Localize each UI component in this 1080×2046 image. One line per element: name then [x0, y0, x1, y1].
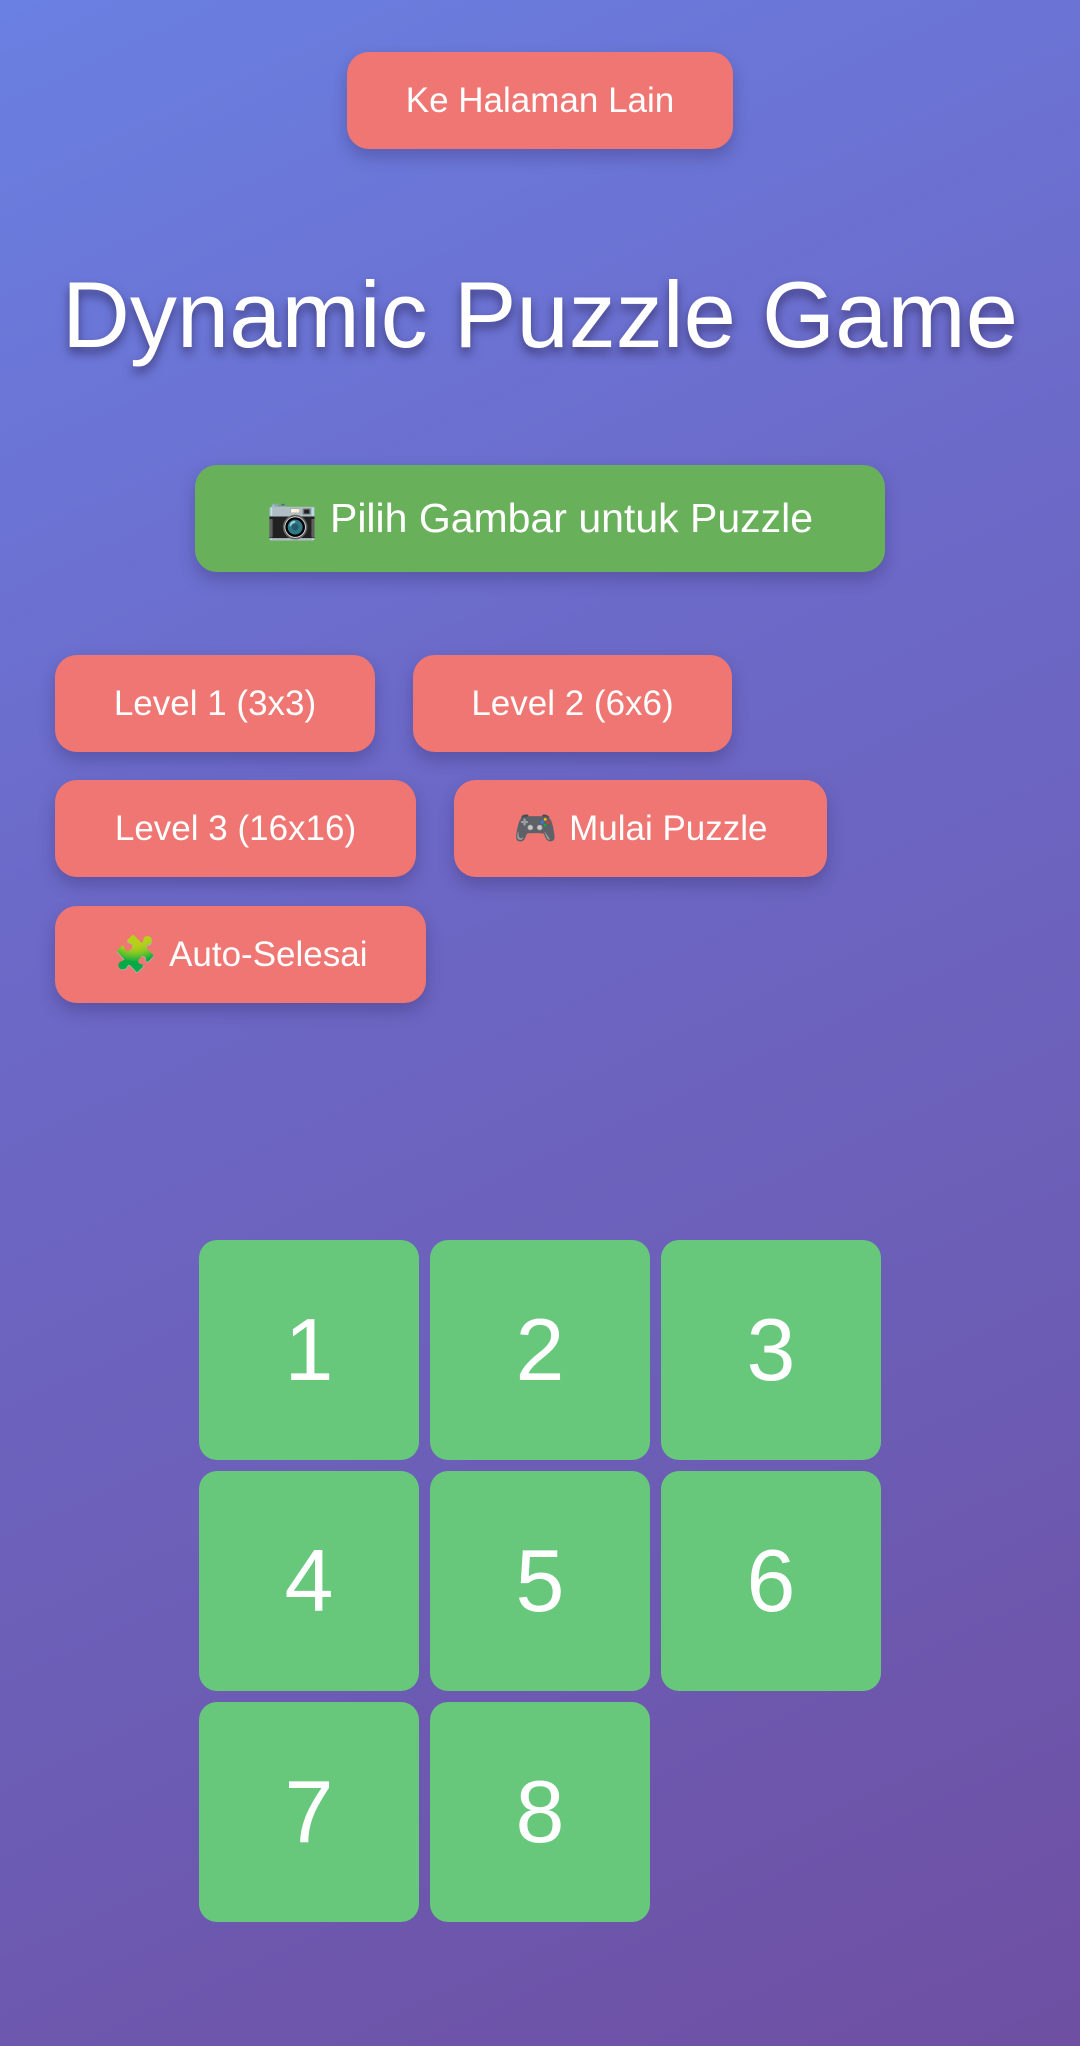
puzzle-tile[interactable]: 3: [661, 1240, 881, 1460]
start-puzzle-button[interactable]: 🎮 Mulai Puzzle: [454, 780, 827, 877]
puzzle-tile[interactable]: 5: [430, 1471, 650, 1691]
level-3-button[interactable]: Level 3 (16x16): [55, 780, 416, 877]
auto-solve-label: Auto-Selesai: [169, 934, 368, 974]
puzzle-tile[interactable]: 8: [430, 1702, 650, 1922]
puzzle-tile[interactable]: 2: [430, 1240, 650, 1460]
puzzle-piece-icon: 🧩: [113, 935, 158, 974]
other-page-button[interactable]: Ke Halaman Lain: [347, 52, 733, 149]
gamepad-icon: 🎮: [513, 809, 558, 848]
page-title: Dynamic Puzzle Game: [62, 262, 1018, 367]
empty-tile-slot[interactable]: [661, 1702, 881, 1922]
level-1-label: Level 1 (3x3): [113, 683, 317, 723]
level-2-label: Level 2 (6x6): [471, 683, 674, 723]
puzzle-board: 1 2 3 4 5 6 7 8: [199, 1240, 882, 1923]
auto-solve-button[interactable]: 🧩 Auto-Selesai: [55, 906, 426, 1003]
puzzle-tile[interactable]: 7: [199, 1702, 419, 1922]
level-1-button[interactable]: Level 1 (3x3): [55, 655, 375, 752]
puzzle-tile[interactable]: 6: [661, 1471, 881, 1691]
level-3-label: Level 3 (16x16): [114, 808, 357, 848]
choose-image-label: Pilih Gambar untuk Puzzle: [329, 495, 814, 541]
puzzle-tile[interactable]: 1: [199, 1240, 419, 1460]
start-puzzle-label: Mulai Puzzle: [569, 808, 768, 848]
other-page-label: Ke Halaman Lain: [405, 80, 675, 120]
camera-icon: 📷: [266, 494, 318, 541]
level-2-button[interactable]: Level 2 (6x6): [413, 655, 732, 752]
choose-image-button[interactable]: 📷 Pilih Gambar untuk Puzzle: [195, 465, 885, 572]
puzzle-tile[interactable]: 4: [199, 1471, 419, 1691]
